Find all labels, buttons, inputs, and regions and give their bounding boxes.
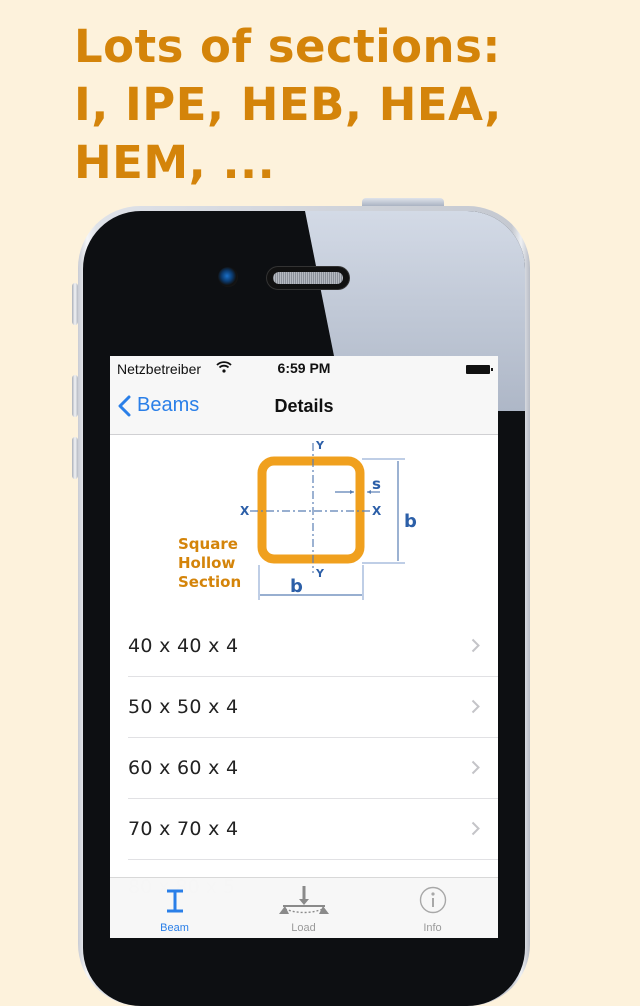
section-name-line-1: Square: [178, 535, 238, 553]
section-name-line-2: Hollow: [178, 554, 236, 572]
list-item[interactable]: 50 x 50 x 4: [128, 677, 498, 738]
tab-bar: Beam Load Info: [110, 877, 498, 938]
headline-line-1: Lots of sections:: [74, 20, 501, 73]
axis-y-bottom-label: Y: [315, 567, 325, 580]
power-button: [362, 198, 444, 206]
battery-full-icon: [466, 365, 493, 374]
tab-info-label: Info: [423, 922, 442, 934]
page-title: Details: [274, 396, 334, 416]
section-name-label: Square Hollow Section: [178, 535, 241, 592]
axis-y-top-label: Y: [315, 439, 325, 452]
axis-x-left-label: X: [240, 504, 250, 518]
height-dim-label: b: [404, 511, 417, 532]
chevron-right-icon: [471, 638, 480, 653]
list-item[interactable]: 60 x 60 x 4: [128, 738, 498, 799]
status-bar: Netzbetreiber 6:59 PM: [110, 356, 498, 382]
tab-load-label: Load: [291, 922, 316, 934]
tab-load[interactable]: Load: [239, 878, 368, 938]
earpiece-speaker: [267, 267, 349, 289]
list-item-label: 50 x 50 x 4: [128, 696, 239, 718]
front-camera-icon: [218, 267, 238, 287]
list-item-label: 70 x 70 x 4: [128, 818, 239, 840]
headline-line-2: I, IPE, HEB, HEA,: [74, 78, 502, 131]
phone-screen: Netzbetreiber 6:59 PM Beams Details Y Y …: [110, 356, 498, 938]
section-size-list: 40 x 40 x 4 50 x 50 x 4 60 x 60 x 4 70 x…: [110, 616, 498, 860]
tab-beam-label: Beam: [160, 922, 189, 934]
list-item[interactable]: 70 x 70 x 4: [128, 799, 498, 860]
headline: Lots of sections: I, IPE, HEB, HEA, HEM,…: [74, 18, 502, 192]
status-time: 6:59 PM: [277, 360, 331, 376]
i-beam-icon: [166, 889, 183, 913]
thickness-label: s: [372, 475, 381, 493]
chevron-right-icon: [471, 699, 480, 714]
list-item[interactable]: 40 x 40 x 4: [128, 616, 498, 677]
navigation-bar: Beams Details: [110, 382, 498, 435]
section-outline: [257, 456, 365, 564]
axis-x-right-label: X: [372, 504, 382, 518]
headline-line-3: HEM, ...: [74, 136, 276, 189]
section-name-line-3: Section: [178, 573, 242, 591]
tab-beam[interactable]: Beam: [110, 878, 239, 938]
info-icon: [419, 886, 446, 914]
chevron-right-icon: [471, 760, 480, 775]
list-item-label: 60 x 60 x 4: [128, 757, 239, 779]
chevron-right-icon: [471, 821, 480, 836]
tab-info[interactable]: Info: [368, 878, 497, 938]
list-item-label: 40 x 40 x 4: [128, 635, 239, 657]
width-dim-label: b: [290, 576, 303, 597]
load-icon: [278, 886, 329, 914]
square-hollow-section-drawing: Y Y X X s b b: [240, 439, 417, 600]
section-diagram: Y Y X X s b b Square Hollow Section: [110, 435, 498, 611]
